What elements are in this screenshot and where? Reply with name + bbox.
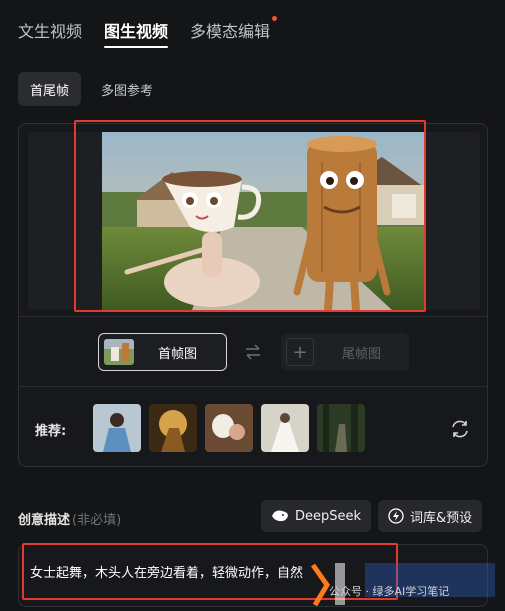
- description-label: 创意描述(非必填): [18, 509, 121, 528]
- swap-icon[interactable]: [243, 342, 263, 362]
- divider: [19, 386, 489, 387]
- last-frame-label: 尾帧图: [342, 343, 381, 362]
- last-frame-button[interactable]: + 尾帧图: [281, 333, 409, 371]
- subtab-first-last-frame[interactable]: 首尾帧: [18, 72, 81, 106]
- recommend-thumbnail[interactable]: [149, 404, 197, 452]
- description-title: 创意描述: [18, 513, 70, 528]
- divider: [19, 316, 489, 317]
- tab-text-to-video[interactable]: 文生视频: [18, 14, 82, 42]
- new-badge-dot: [272, 16, 277, 21]
- library-presets-button[interactable]: 词库&预设: [378, 500, 482, 532]
- recommend-thumbnail[interactable]: [205, 404, 253, 452]
- library-presets-label: 词库&预设: [410, 507, 472, 526]
- top-tabs: 文生视频 图生视频 多模态编辑: [18, 14, 270, 50]
- recommend-thumbnail[interactable]: [261, 404, 309, 452]
- recommend-label: 推荐:: [35, 420, 66, 439]
- tab-multimodal-edit-label: 多模态编辑: [190, 22, 270, 41]
- bolt-icon: [388, 508, 404, 524]
- recommend-thumbnail[interactable]: [93, 404, 141, 452]
- tab-image-to-video[interactable]: 图生视频: [104, 14, 168, 42]
- plus-icon: +: [286, 338, 314, 366]
- watermark-logo: [305, 557, 505, 607]
- highlight-frame: [74, 120, 426, 312]
- first-frame-thumbnail: [104, 339, 134, 365]
- first-frame-label: 首帧图: [158, 343, 197, 362]
- watermark-text: 公众号 · 绿多AI学习笔记: [329, 583, 449, 599]
- deepseek-label: DeepSeek: [295, 509, 361, 524]
- first-frame-button[interactable]: 首帧图: [98, 333, 227, 371]
- description-optional: (非必填): [72, 513, 121, 528]
- refresh-icon[interactable]: [449, 418, 471, 440]
- mode-subtabs: 首尾帧 多图参考: [18, 72, 165, 106]
- whale-icon: [271, 508, 289, 524]
- watermark: 公众号 · 绿多AI学习笔记: [305, 557, 505, 607]
- tab-multimodal-edit[interactable]: 多模态编辑: [190, 14, 270, 42]
- subtab-multi-image-reference[interactable]: 多图参考: [89, 72, 165, 106]
- recommend-thumbnail[interactable]: [317, 404, 365, 452]
- deepseek-button[interactable]: DeepSeek: [261, 500, 371, 532]
